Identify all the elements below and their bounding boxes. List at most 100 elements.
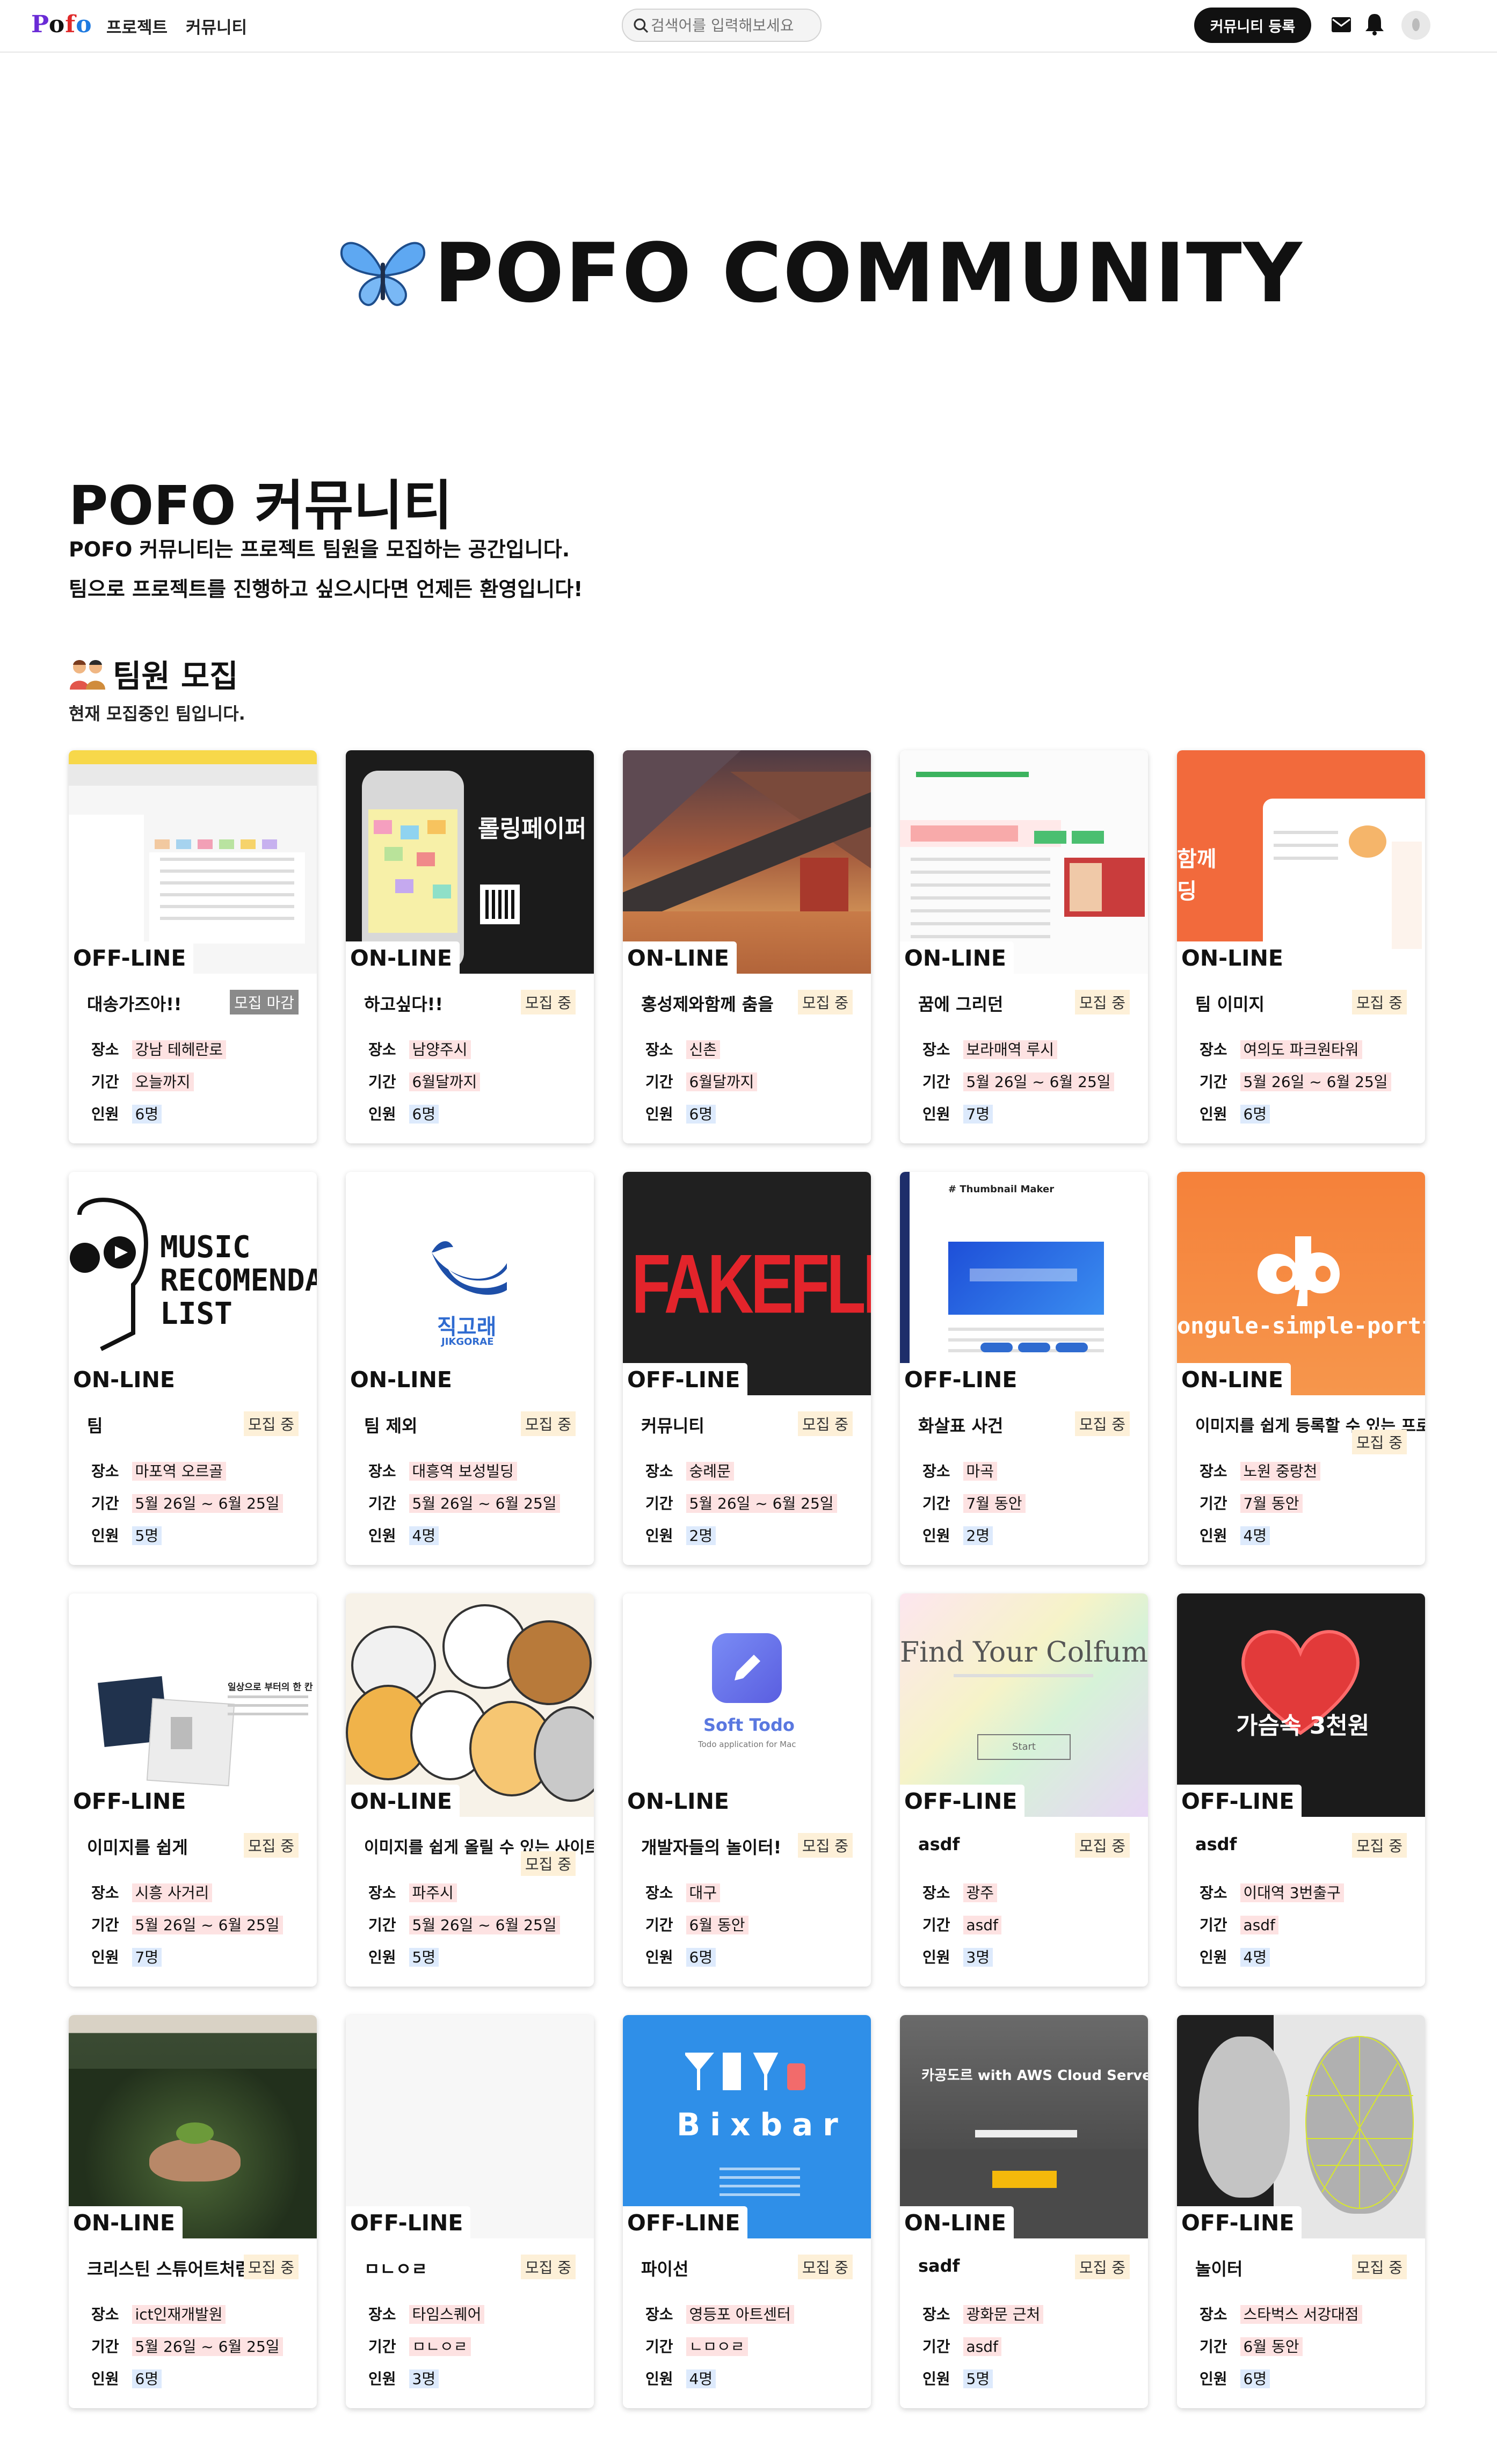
card-place-value: 광화문 근처 — [963, 2305, 1044, 2324]
card-people-label: 인원 — [1200, 1105, 1227, 1123]
card-period-row: 기간 6월 동안 — [1200, 2335, 1303, 2357]
card-people-value: 6명 — [409, 1105, 439, 1124]
colfume-start: Start — [977, 1734, 1071, 1760]
card-title: asdf — [1195, 1834, 1237, 1854]
card-status-badge: 모집 중 — [520, 2255, 576, 2279]
card-period-value: 5월 26일 ~ 6월 25일 — [409, 1494, 560, 1513]
card-people-value: 5명 — [132, 1526, 162, 1545]
card-people-label: 인원 — [922, 1527, 950, 1545]
search-bar[interactable] — [622, 9, 822, 42]
music-list-word: LIST — [160, 1296, 232, 1331]
card-people-label: 인원 — [1200, 2370, 1227, 2388]
card-mode-badge: OFF-LINE — [69, 941, 194, 975]
mail-icon[interactable] — [1331, 16, 1352, 33]
card-people-row: 인원 4명 — [368, 1524, 439, 1546]
card-place-label: 장소 — [922, 2306, 950, 2323]
card-place-label: 장소 — [91, 1884, 119, 1902]
card-people-value: 3명 — [963, 1948, 993, 1967]
team-card[interactable]: MUSICRECOMENDATILIST ON-LINE 팀 모집 중 장소 마포… — [69, 1172, 317, 1565]
team-card[interactable]: ON-LINE 꿈에 그리던 모집 중 장소 보라매역 루시 기간 5월 26일 ~… — [900, 750, 1148, 1143]
card-mode-badge: ON-LINE — [346, 1785, 460, 1818]
card-place-row: 장소 신촌 — [645, 1038, 721, 1060]
card-period-row: 기간 5월 26일 ~ 6월 25일 — [91, 1914, 283, 1935]
card-place-label: 장소 — [645, 1462, 673, 1480]
nav-link-projects[interactable]: 프로젝트 — [106, 14, 168, 38]
card-period-label: 기간 — [1200, 1916, 1227, 1934]
card-place-row: 장소 시흥 사거리 — [91, 1881, 213, 1903]
card-place-label: 장소 — [91, 1462, 119, 1480]
section-title-text: 팀원 모집 — [113, 658, 238, 694]
card-period-label: 기간 — [368, 1916, 396, 1934]
aws-banner-text: 카공도르 with AWS Cloud Server — [921, 2068, 1148, 2084]
team-card[interactable]: 롤링페이퍼 ON-LINE 하고싶다!! 모집 중 장소 남양주시 기간 6월달까지… — [346, 750, 594, 1143]
card-people-label: 인원 — [1200, 1948, 1227, 1966]
card-place-row: 장소 대흥역 보성빌딩 — [368, 1460, 517, 1481]
card-people-label: 인원 — [368, 1948, 396, 1966]
team-card[interactable]: 카공도르 with AWS Cloud Server ON-LINE sadf … — [900, 2015, 1148, 2408]
card-people-row: 인원 4명 — [1200, 1524, 1270, 1546]
user-avatar[interactable] — [1401, 11, 1430, 40]
card-people-value: 2명 — [963, 1526, 993, 1545]
card-period-value: 5월 26일 ~ 6월 25일 — [409, 1916, 560, 1934]
card-period-label: 기간 — [91, 1073, 119, 1091]
team-card[interactable]: ongule-simple-portfo ON-LINE 이미지를 쉽게 등록할… — [1177, 1172, 1425, 1565]
card-period-row: 기간 7월 동안 — [1200, 1492, 1303, 1513]
register-community-button[interactable]: 커뮤니티 등록 — [1194, 8, 1311, 43]
card-people-value: 5명 — [409, 1948, 439, 1967]
card-people-value: 4명 — [409, 1526, 439, 1545]
card-thumbnail: Soft Todo Todo application for Mac — [623, 1593, 871, 1817]
card-period-label: 기간 — [91, 1916, 119, 1934]
soft-todo-title: Soft Todo — [703, 1715, 795, 1735]
card-place-value: 대흥역 보성빌딩 — [409, 1462, 517, 1481]
search-icon — [634, 18, 649, 33]
team-card[interactable]: 직고래 JIKGORAE ON-LINE 팀 제외 모집 중 장소 대흥역 보성빌… — [346, 1172, 594, 1565]
card-status-badge: 모집 중 — [520, 1851, 576, 1876]
card-period-value: 5월 26일 ~ 6월 25일 — [1240, 1072, 1391, 1091]
nav-link-community[interactable]: 커뮤니티 — [186, 14, 247, 38]
card-thumbnail: 일상으로 부터의 한 칸 — [69, 1593, 317, 1817]
bell-icon[interactable] — [1364, 12, 1385, 35]
card-period-row: 기간 asdf — [922, 1914, 1001, 1935]
team-card[interactable]: ON-LINE 이미지를 쉽게 올릴 수 있는 사이트 모집 중 장소 파주시 기… — [346, 1593, 594, 1987]
team-card[interactable]: ON-LINE 홍성제와함께 춤을 모집 중 장소 신촌 기간 6월달까지 인원 6명 — [623, 750, 871, 1143]
card-place-value: 숭례문 — [686, 1462, 734, 1481]
card-status-badge: 모집 중 — [797, 1411, 853, 1436]
team-card[interactable]: OFF-LINE ㅁㄴㅇㄹ 모집 중 장소 타임스퀘어 기간 ㅁㄴㅇㄹ 인원 3명 — [346, 2015, 594, 2408]
team-card[interactable]: ON-LINE 크리스틴 스튜어트처럼 모집 중 장소 ict인재개발원 기간 5월… — [69, 2015, 317, 2408]
card-status-badge: 모집 중 — [1351, 2255, 1407, 2279]
team-card[interactable]: Find Your Colfume Start OFF-LINE asdf 모집… — [900, 1593, 1148, 1987]
card-thumbnail: 카공도르 with AWS Cloud Server — [900, 2015, 1148, 2238]
music-list-word: RECOMENDATI — [160, 1263, 317, 1298]
card-period-value: 5월 26일 ~ 6월 25일 — [686, 1494, 837, 1513]
pofo-logo[interactable]: Pofo — [31, 11, 92, 38]
card-mode-badge: ON-LINE — [900, 941, 1014, 975]
intro-line-2: 팀으로 프로젝트를 진행하고 싶으시다면 언제든 환영입니다! — [69, 577, 583, 601]
card-title: 파이선 — [641, 2259, 689, 2279]
team-card[interactable]: # Thumbnail Maker OFF-LINE 화살표 사건 모집 중 장… — [900, 1172, 1148, 1565]
card-thumbnail — [1177, 2015, 1425, 2238]
team-card[interactable]: FAKEFLIX OFF-LINE 커뮤니티 모집 중 장소 숭례문 기간 5월 2… — [623, 1172, 871, 1565]
card-people-label: 인원 — [922, 1105, 950, 1123]
team-card[interactable]: 가슴속 3천원 OFF-LINE asdf 모집 중 장소 이대역 3번출구 기간… — [1177, 1593, 1425, 1987]
card-title: 하고싶다!! — [364, 994, 443, 1014]
card-mode-badge: ON-LINE — [623, 1785, 737, 1818]
search-input[interactable] — [650, 15, 813, 35]
section-description: 현재 모집중인 팀입니다. — [69, 704, 245, 724]
card-title: asdf — [918, 1834, 960, 1854]
team-card[interactable]: 함께 딩 ON-LINE 팀 이미지 모집 중 장소 여의도 파크원타워 기간 5월… — [1177, 750, 1425, 1143]
heart-banner-text: 가슴속 3천원 — [1236, 1712, 1370, 1740]
team-card[interactable]: Bixbar OFF-LINE 파이선 모집 중 장소 영등포 아트센터 기간 ㄴㅁ… — [623, 2015, 871, 2408]
card-people-row: 인원 4명 — [1200, 1946, 1270, 1967]
card-place-row: 장소 강남 테헤란로 — [91, 1038, 226, 1060]
team-card[interactable]: 일상으로 부터의 한 칸 OFF-LINE 이미지를 쉽게 모집 중 장소 시흥 … — [69, 1593, 317, 1987]
card-people-row: 인원 5명 — [91, 1524, 162, 1546]
team-card[interactable]: OFF-LINE 대송가즈아!! 모집 마감 장소 강남 테헤란로 기간 오늘까지 … — [69, 750, 317, 1143]
team-card[interactable]: OFF-LINE 놀이터 모집 중 장소 스타벅스 서강대점 기간 6월 동안 인원… — [1177, 2015, 1425, 2408]
card-period-value: 7월 동안 — [1240, 1494, 1303, 1513]
team-card[interactable]: Soft Todo Todo application for Mac ON-LI… — [623, 1593, 871, 1987]
card-thumbnail: 롤링페이퍼 — [346, 750, 594, 974]
card-thumbnail: 가슴속 3천원 — [1177, 1593, 1425, 1817]
section-title: 팀원 모집 — [69, 651, 238, 696]
card-people-value: 6명 — [686, 1105, 716, 1124]
card-people-row: 인원 7명 — [922, 1103, 993, 1124]
